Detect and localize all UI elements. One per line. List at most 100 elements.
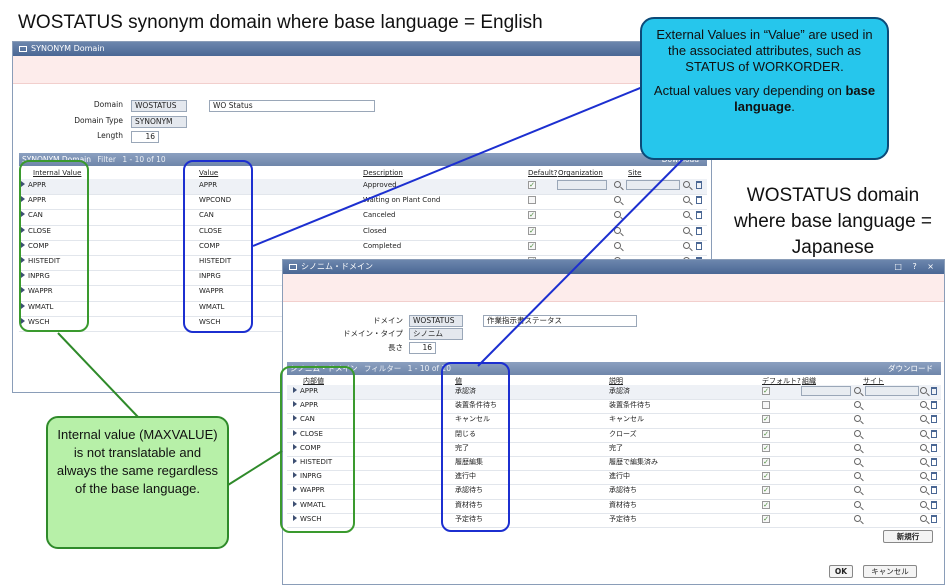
jp-download-link[interactable]: ダウンロード [888,362,933,375]
trash-icon[interactable] [931,500,937,509]
trash-icon[interactable] [931,486,937,495]
row-divider [287,527,941,528]
magnifier-icon[interactable] [920,443,927,451]
default-checkbox[interactable]: ✓ [528,241,536,250]
trash-icon[interactable] [931,458,937,466]
magnifier-icon[interactable] [854,443,861,451]
description-cell: 進行中 [609,472,630,481]
description-cell: キャンセル [609,415,644,424]
magnifier-icon[interactable] [920,415,927,423]
trash-icon[interactable] [931,472,937,481]
cancel-button[interactable]: キャンセル [863,565,917,578]
default-checkbox[interactable]: ✓ [762,429,770,438]
description-cell: 履歴で編集済み [609,458,658,466]
default-checkbox[interactable]: ✓ [762,415,770,424]
row-divider [19,255,707,256]
length-label: Length [97,131,123,140]
connector-jp-internal-to-callout [227,450,283,486]
default-checkbox[interactable]: ✓ [528,211,536,220]
magnifier-icon[interactable] [854,458,861,465]
default-checkbox[interactable] [762,401,770,410]
magnifier-icon[interactable] [614,226,621,234]
domain-value-field[interactable]: WOSTATUS [131,100,187,112]
trash-icon[interactable] [931,443,937,452]
default-checkbox[interactable]: ✓ [762,387,770,395]
trash-icon[interactable] [931,415,937,424]
trash-icon[interactable] [696,241,702,250]
window-controls[interactable]: □ ? × [894,260,938,274]
length-field[interactable]: 16 [131,131,159,143]
trash-icon[interactable] [696,196,702,205]
trash-icon[interactable] [696,226,702,235]
jp-domain-label: ドメイン [373,316,403,325]
magnifier-icon[interactable] [920,458,927,465]
magnifier-icon[interactable] [920,486,927,494]
default-checkbox[interactable]: ✓ [762,472,770,481]
magnifier-icon[interactable] [614,181,621,188]
trash-icon[interactable] [931,387,937,395]
japanese-toolbar-band [283,274,944,302]
col-organization[interactable]: Organization [558,169,603,177]
domain-type-field: SYNONYM [131,116,187,128]
jp-length-field[interactable]: 16 [409,342,436,354]
organization-field[interactable] [557,180,607,190]
description-cell: 承認済 [609,387,630,395]
jp-filter-button[interactable]: フィルター [364,364,401,373]
trash-icon[interactable] [931,514,937,523]
organization-field[interactable] [801,386,851,396]
trash-icon[interactable] [696,181,702,189]
site-field[interactable] [626,180,680,190]
page-title: WOSTATUS synonym domain where base langu… [18,12,543,33]
col-default[interactable]: Default? [528,169,557,177]
jp-domain-description-field[interactable]: 作業指示書ステータス [483,315,637,327]
trash-icon[interactable] [696,211,702,220]
default-checkbox[interactable]: ✓ [528,181,536,189]
new-row-button[interactable]: 新規行 [883,530,933,543]
magnifier-icon[interactable] [614,211,621,219]
magnifier-icon[interactable] [854,514,861,522]
jp-domain-value-field[interactable]: WOSTATUS [409,315,463,327]
japanese-window-titlebar: シノニム・ドメイン □ ? × [283,260,944,274]
magnifier-icon[interactable] [683,211,690,219]
magnifier-icon[interactable] [854,429,861,437]
magnifier-icon[interactable] [854,472,861,480]
magnifier-icon[interactable] [920,500,927,508]
site-field[interactable] [865,386,919,396]
japanese-table-header: シノニム・ドメイン フィルター 1 - 10 of 10 ダウンロード [287,362,941,375]
magnifier-icon[interactable] [920,387,927,394]
magnifier-icon[interactable] [614,241,621,249]
magnifier-icon[interactable] [854,387,861,394]
default-checkbox[interactable]: ✓ [528,226,536,235]
domain-description-field[interactable]: WO Status [209,100,375,112]
magnifier-icon[interactable] [614,196,621,204]
english-filter-button[interactable]: Filter [97,155,116,164]
en-internal-value-highlight [19,160,89,332]
magnifier-icon[interactable] [683,226,690,234]
window-icon [19,46,27,52]
magnifier-icon[interactable] [854,500,861,508]
magnifier-icon[interactable] [683,196,690,204]
magnifier-icon[interactable] [683,241,690,249]
default-checkbox[interactable]: ✓ [762,514,770,523]
col-description[interactable]: Description [363,169,403,177]
default-checkbox[interactable]: ✓ [762,500,770,509]
default-checkbox[interactable] [528,196,536,205]
magnifier-icon[interactable] [854,401,861,409]
default-checkbox[interactable]: ✓ [762,486,770,495]
trash-icon[interactable] [931,401,937,410]
magnifier-icon[interactable] [920,401,927,409]
internal-value-callout: Internal value (MAXVALUE) is not transla… [46,416,229,549]
trash-icon[interactable] [931,429,937,438]
magnifier-icon[interactable] [683,181,690,188]
col-site[interactable]: Site [628,169,641,177]
en-value-highlight [183,160,253,333]
magnifier-icon[interactable] [854,486,861,494]
default-checkbox[interactable]: ✓ [762,443,770,452]
ok-button[interactable]: OK [829,565,853,578]
default-checkbox[interactable]: ✓ [762,458,770,466]
magnifier-icon[interactable] [920,472,927,480]
magnifier-icon[interactable] [920,514,927,522]
description-cell: Waiting on Plant Cond [363,196,441,205]
magnifier-icon[interactable] [920,429,927,437]
magnifier-icon[interactable] [854,415,861,423]
